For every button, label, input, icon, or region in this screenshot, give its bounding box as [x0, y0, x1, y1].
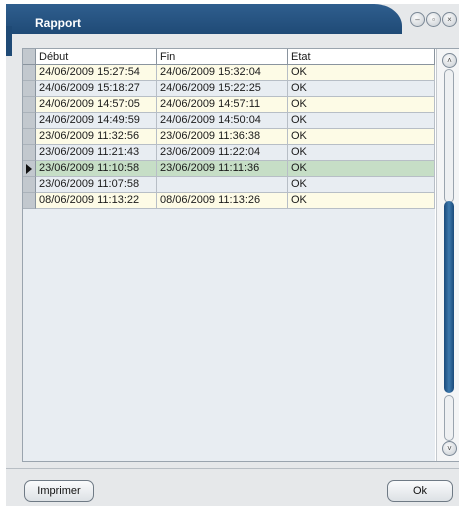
grid-header: Début Fin Etat: [23, 49, 435, 65]
row-header[interactable]: [23, 129, 36, 145]
row-header[interactable]: [23, 193, 36, 209]
table-row[interactable]: 23/06/2009 11:21:43 23/06/2009 11:22:04 OK: [23, 145, 435, 161]
title-bar[interactable]: Rapport – ▫ ×: [6, 4, 459, 56]
print-button[interactable]: Imprimer: [24, 480, 94, 502]
report-grid: Début Fin Etat 24/06/2009 15:27:54 24/06/…: [23, 49, 435, 461]
cell-etat[interactable]: OK: [288, 193, 435, 209]
cell-etat[interactable]: OK: [288, 129, 435, 145]
cell-fin[interactable]: 24/06/2009 14:50:04: [157, 113, 288, 129]
cell-debut[interactable]: 24/06/2009 14:57:05: [36, 97, 157, 113]
cell-etat[interactable]: OK: [288, 161, 435, 177]
cell-etat[interactable]: OK: [288, 145, 435, 161]
cell-debut[interactable]: 08/06/2009 11:13:22: [36, 193, 157, 209]
table-row[interactable]: 24/06/2009 14:49:59 24/06/2009 14:50:04 OK: [23, 113, 435, 129]
report-panel: Début Fin Etat 24/06/2009 15:27:54 24/06/…: [22, 48, 459, 462]
cell-etat[interactable]: OK: [288, 97, 435, 113]
current-row-arrow-icon: [26, 164, 32, 174]
table-row[interactable]: 23/06/2009 11:32:56 23/06/2009 11:36:38 OK: [23, 129, 435, 145]
column-header-debut[interactable]: Début: [36, 49, 157, 65]
row-header[interactable]: [23, 97, 36, 113]
row-header[interactable]: [23, 161, 36, 177]
cell-debut[interactable]: 23/06/2009 11:07:58: [36, 177, 157, 193]
cell-fin[interactable]: 23/06/2009 11:11:36: [157, 161, 288, 177]
header-corner: [23, 49, 36, 65]
row-header[interactable]: [23, 177, 36, 193]
cell-etat[interactable]: OK: [288, 177, 435, 193]
rapport-window: Rapport – ▫ × Début Fin Etat 24/06/2009 …: [6, 4, 459, 506]
row-header[interactable]: [23, 81, 36, 97]
scroll-track-lower[interactable]: [444, 395, 454, 441]
scroll-track-upper[interactable]: [444, 69, 454, 203]
cell-fin[interactable]: 23/06/2009 11:36:38: [157, 129, 288, 145]
row-header[interactable]: [23, 65, 36, 81]
row-header[interactable]: [23, 145, 36, 161]
window-controls: – ▫ ×: [410, 12, 457, 27]
cell-debut[interactable]: 24/06/2009 15:18:27: [36, 81, 157, 97]
column-header-fin[interactable]: Fin: [157, 49, 288, 65]
table-row[interactable]: 24/06/2009 15:18:27 24/06/2009 15:22:25 OK: [23, 81, 435, 97]
ok-button[interactable]: Ok: [387, 480, 453, 502]
cell-etat[interactable]: OK: [288, 81, 435, 97]
table-row[interactable]: 23/06/2009 11:07:58 OK: [23, 177, 435, 193]
scroll-up-icon[interactable]: ˄: [442, 53, 457, 68]
column-header-etat[interactable]: Etat: [288, 49, 435, 65]
row-header[interactable]: [23, 113, 36, 129]
cell-fin[interactable]: 23/06/2009 11:22:04: [157, 145, 288, 161]
maximize-icon[interactable]: ▫: [426, 12, 441, 27]
cell-fin[interactable]: 24/06/2009 14:57:11: [157, 97, 288, 113]
scroll-down-icon[interactable]: ˅: [442, 441, 457, 456]
vertical-scrollbar[interactable]: ˄ ˅: [436, 49, 459, 461]
cell-debut[interactable]: 23/06/2009 11:10:58: [36, 161, 157, 177]
cell-debut[interactable]: 24/06/2009 14:49:59: [36, 113, 157, 129]
scroll-thumb[interactable]: [444, 201, 454, 393]
window-title: Rapport: [35, 16, 81, 30]
window-left-edge: [6, 26, 12, 56]
cell-debut[interactable]: 23/06/2009 11:21:43: [36, 145, 157, 161]
table-row[interactable]: 08/06/2009 11:13:22 08/06/2009 11:13:26 OK: [23, 193, 435, 209]
cell-fin[interactable]: 08/06/2009 11:13:26: [157, 193, 288, 209]
minimize-icon[interactable]: –: [410, 12, 425, 27]
cell-fin[interactable]: 24/06/2009 15:22:25: [157, 81, 288, 97]
cell-etat[interactable]: OK: [288, 113, 435, 129]
close-icon[interactable]: ×: [442, 12, 457, 27]
cell-etat[interactable]: OK: [288, 65, 435, 81]
cell-debut[interactable]: 24/06/2009 15:27:54: [36, 65, 157, 81]
cell-fin[interactable]: 24/06/2009 15:32:04: [157, 65, 288, 81]
table-row[interactable]: 24/06/2009 15:27:54 24/06/2009 15:32:04 OK: [23, 65, 435, 81]
footer-separator: [6, 468, 459, 469]
table-row[interactable]: 24/06/2009 14:57:05 24/06/2009 14:57:11 OK: [23, 97, 435, 113]
cell-fin[interactable]: [157, 177, 288, 193]
table-row[interactable]: 23/06/2009 11:10:58 23/06/2009 11:11:36 OK: [23, 161, 435, 177]
cell-debut[interactable]: 23/06/2009 11:32:56: [36, 129, 157, 145]
